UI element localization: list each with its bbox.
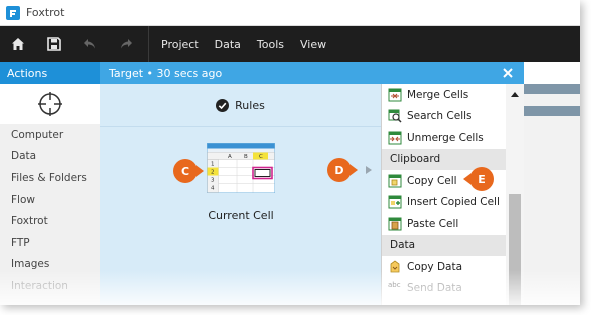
thumb-row-4: 4 xyxy=(211,186,215,192)
copy-data-icon xyxy=(390,260,400,273)
crosshair-icon xyxy=(38,92,62,116)
target-panel-body: Rules A B C 1 2 3 4 Current Cell xyxy=(100,84,381,305)
unmerge-cells-label: Unmerge Cells xyxy=(407,131,484,144)
thumb-col-c: C xyxy=(259,154,263,160)
insert-copied-cell-label: Insert Copied Cell xyxy=(407,196,500,209)
menu-item-unmerge-cells[interactable]: Unmerge Cells xyxy=(382,127,507,149)
rules-label: Rules xyxy=(235,98,265,112)
paste-cell-label: Paste Cell xyxy=(407,217,459,230)
category-ftp[interactable]: FTP xyxy=(0,232,100,254)
workspace-bar xyxy=(524,84,580,94)
title-bar: Foxtrot xyxy=(0,0,580,26)
workspace-bar xyxy=(524,106,580,116)
menu-item-merge-cells[interactable]: Merge Cells xyxy=(382,84,507,106)
check-circle-icon xyxy=(216,98,230,112)
menu-project[interactable]: Project xyxy=(153,38,207,51)
search-cells-label: Search Cells xyxy=(407,110,472,123)
category-flow[interactable]: Flow xyxy=(0,189,100,211)
send-data-icon: abc xyxy=(388,281,401,290)
foxtrot-logo-icon xyxy=(6,5,20,20)
callout-d: D xyxy=(327,158,358,182)
close-icon[interactable] xyxy=(500,65,516,81)
category-images[interactable]: Images xyxy=(0,254,100,276)
menu-item-insert-copied-cell[interactable]: Insert Copied Cell xyxy=(382,192,507,214)
scroll-up-arrow-icon[interactable] xyxy=(511,92,519,97)
crosshair-target-button[interactable] xyxy=(0,84,100,124)
send-data-label: Send Data xyxy=(407,282,462,295)
actions-category-list: Computer Data Files & Folders Flow Foxtr… xyxy=(0,124,100,305)
menu-item-send-data[interactable]: abc Send Data xyxy=(382,278,507,300)
current-cell-label: Current Cell xyxy=(208,209,274,222)
save-icon[interactable] xyxy=(36,26,72,62)
category-files-folders[interactable]: Files & Folders xyxy=(0,167,100,189)
copy-data-label: Copy Data xyxy=(407,260,463,273)
thumb-row-1: 1 xyxy=(211,162,215,168)
callout-d-pointer xyxy=(350,164,358,176)
section-data: Data xyxy=(382,234,507,256)
callout-d-label: D xyxy=(334,163,344,177)
callout-c-pointer xyxy=(196,165,204,177)
category-computer[interactable]: Computer xyxy=(0,124,100,146)
toolbar-divider xyxy=(148,26,149,62)
thumb-row-3: 3 xyxy=(211,178,215,184)
app-window: Foxtrot Project Data Tools View Actions xyxy=(0,0,580,305)
category-foxtrot[interactable]: Foxtrot xyxy=(0,210,100,232)
thumb-col-a: A xyxy=(228,154,232,160)
undo-icon[interactable] xyxy=(72,26,108,62)
expand-arrow-icon[interactable] xyxy=(366,166,372,174)
callout-e: E xyxy=(463,167,494,191)
category-data[interactable]: Data xyxy=(0,146,100,168)
callout-e-pointer xyxy=(463,173,471,185)
copy-cell-icon xyxy=(388,174,402,188)
current-cell-thumbnail: A B C 1 2 3 4 xyxy=(207,143,275,193)
callout-e-label: E xyxy=(478,172,486,186)
menu-view[interactable]: View xyxy=(292,38,334,51)
callout-c-label: C xyxy=(180,164,190,178)
thumb-col-b: B xyxy=(244,154,248,160)
action-dropdown-list: Merge Cells Search Cells Unmerge Cells C… xyxy=(381,84,507,305)
app-title: Foxtrot xyxy=(26,6,65,19)
merge-cells-icon xyxy=(388,88,402,102)
menu-item-copy-data[interactable]: Copy Data xyxy=(382,256,507,278)
menu-tools[interactable]: Tools xyxy=(249,38,292,51)
actions-panel-header: Actions xyxy=(0,62,100,84)
menu-data[interactable]: Data xyxy=(207,38,249,51)
scrollbar-thumb[interactable] xyxy=(509,194,521,305)
thumb-row-2: 2 xyxy=(211,170,215,176)
search-cells-icon xyxy=(388,109,402,123)
paste-cell-icon xyxy=(388,217,402,231)
unmerge-cells-icon xyxy=(388,131,402,145)
dropdown-scrollbar[interactable] xyxy=(506,84,524,305)
insert-copied-cell-icon xyxy=(388,195,402,209)
category-interaction[interactable]: Interaction xyxy=(0,275,100,297)
section-clipboard: Clipboard xyxy=(382,148,507,170)
workspace-background xyxy=(524,84,580,305)
menu-item-search-cells[interactable]: Search Cells xyxy=(382,106,507,128)
copy-cell-label: Copy Cell xyxy=(407,174,457,187)
main-toolbar: Project Data Tools View xyxy=(0,26,580,62)
home-icon[interactable] xyxy=(0,26,36,62)
menu-item-paste-cell[interactable]: Paste Cell xyxy=(382,213,507,235)
target-header-text: Target • 30 secs ago xyxy=(109,66,223,80)
rules-button[interactable]: Rules xyxy=(100,84,381,127)
target-panel-header: Target • 30 secs ago xyxy=(100,62,524,84)
merge-cells-label: Merge Cells xyxy=(407,88,469,101)
redo-icon[interactable] xyxy=(108,26,144,62)
callout-c: C xyxy=(173,159,204,183)
